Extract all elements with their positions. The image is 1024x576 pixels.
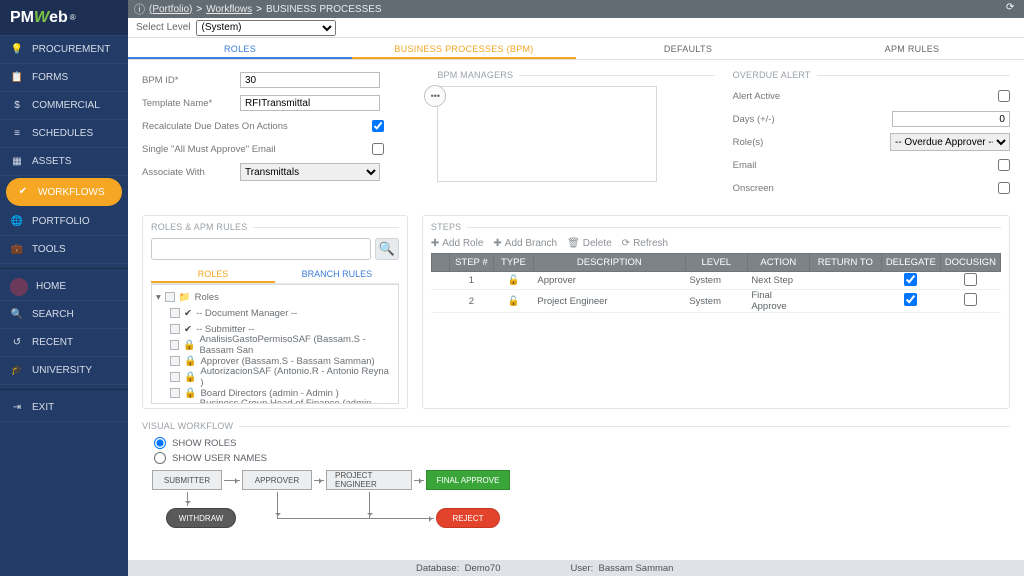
- lock-icon: 🔒: [184, 356, 196, 367]
- status-bar: Database: Demo70 User: Bassam Samman: [128, 560, 1024, 576]
- node-submitter[interactable]: SUBMITTER: [152, 470, 222, 490]
- subtab-roles[interactable]: ROLES: [151, 264, 275, 283]
- associate-with-select[interactable]: Transmittals: [240, 163, 380, 181]
- breadcrumb-portfolio[interactable]: (Portfolio): [149, 4, 192, 15]
- roles-tree[interactable]: ▾📁Roles ✔-- Document Manager --✔-- Submi…: [151, 284, 399, 404]
- delete-button[interactable]: 🗑 Delete: [567, 238, 612, 249]
- sidebar-item-home[interactable]: HOME: [0, 273, 128, 301]
- sidebar-item-search[interactable]: 🔍SEARCH: [0, 301, 128, 329]
- table-row[interactable]: 2🔓Project EngineerSystemFinal Approve: [431, 290, 1000, 313]
- refresh-button[interactable]: ⟳ Refresh: [622, 238, 668, 249]
- overdue-email-checkbox[interactable]: [998, 159, 1010, 171]
- steps-grid: STEP #TYPEDESCRIPTIONLEVELACTIONRETURN T…: [431, 253, 1001, 313]
- sidebar-item-portfolio[interactable]: 🌐PORTFOLIO: [0, 208, 128, 236]
- overdue-roles-select[interactable]: -- Overdue Approver --: [890, 133, 1010, 151]
- sidebar-item-assets[interactable]: ▦ASSETS: [0, 148, 128, 176]
- sidebar: PMWeb ® 💡PROCUREMENT📋FORMS$COMMERCIAL≡SC…: [0, 0, 128, 576]
- single-email-checkbox[interactable]: [372, 143, 384, 155]
- recalc-checkbox[interactable]: [372, 120, 384, 132]
- tree-item[interactable]: 🔒AnalisisGastoPermisoSAF (Bassam.S - Bas…: [156, 337, 394, 353]
- sidebar-item-forms[interactable]: 📋FORMS: [0, 64, 128, 92]
- sidebar-item-procurement[interactable]: 💡PROCUREMENT: [0, 36, 128, 64]
- workflow-diagram: SUBMITTER APPROVER PROJECT ENGINEER FINA…: [142, 470, 1010, 542]
- search-icon[interactable]: 🔍: [375, 238, 399, 260]
- show-users-radio[interactable]: SHOW USER NAMES: [154, 452, 998, 464]
- sidebar-item-tools[interactable]: 💼TOOLS: [0, 236, 128, 264]
- exit-icon: ⇥: [10, 401, 24, 415]
- sidebar-exit[interactable]: ⇥ EXIT: [0, 394, 128, 422]
- refresh-icon[interactable]: ⟳: [1006, 2, 1018, 13]
- days-input[interactable]: [892, 111, 1010, 127]
- node-final-approve[interactable]: FINAL APPROVE: [426, 470, 510, 490]
- sidebar-item-workflows[interactable]: ✔WORKFLOWS: [6, 178, 122, 206]
- tree-item[interactable]: ✔-- Document Manager --: [156, 305, 394, 321]
- avatar-icon: [10, 278, 28, 296]
- subtab-branch[interactable]: BRANCH RULES: [275, 264, 399, 283]
- sidebar-item-schedules[interactable]: ≡SCHEDULES: [0, 120, 128, 148]
- sidebar-item-label: EXIT: [32, 402, 54, 413]
- tab-apm[interactable]: APM RULES: [800, 38, 1024, 59]
- tree-item[interactable]: 🔒AutorizacionSAF (Antonio.R - Antonio Re…: [156, 369, 394, 385]
- tab-defaults[interactable]: DEFAULTS: [576, 38, 800, 59]
- show-roles-radio[interactable]: SHOW ROLES: [154, 437, 998, 449]
- add-branch-button[interactable]: ✚ Add Branch: [493, 238, 557, 249]
- main-tabs: ROLES BUSINESS PROCESSES (BPM) DEFAULTS …: [128, 38, 1024, 60]
- node-project-engineer[interactable]: PROJECT ENGINEER: [326, 470, 412, 490]
- logo: PMWeb ®: [0, 0, 128, 36]
- managers-title: BPM MANAGERS: [437, 70, 714, 80]
- select-level-label: Select Level: [136, 22, 190, 33]
- managers-box[interactable]: •••: [437, 86, 657, 182]
- breadcrumb-workflows[interactable]: Workflows: [206, 4, 252, 15]
- table-row[interactable]: 1🔓ApproverSystemNext Step: [431, 272, 1000, 290]
- node-reject[interactable]: REJECT: [436, 508, 500, 528]
- sidebar-item-recent[interactable]: ↺RECENT: [0, 329, 128, 357]
- lock-icon: 🔒: [183, 340, 195, 351]
- lock-icon: 🔒: [183, 404, 195, 405]
- bpm-id-input[interactable]: [240, 72, 380, 88]
- lock-icon: 🔒: [184, 388, 196, 399]
- add-role-button[interactable]: ✚ Add Role: [431, 238, 484, 249]
- template-name-input[interactable]: [240, 95, 380, 111]
- overdue-onscreen-checkbox[interactable]: [998, 182, 1010, 194]
- select-level[interactable]: (System): [196, 20, 336, 36]
- roles-search-input[interactable]: [151, 238, 371, 260]
- overdue-title: OVERDUE ALERT: [733, 70, 1010, 80]
- tab-roles[interactable]: ROLES: [128, 38, 352, 59]
- ellipsis-icon[interactable]: •••: [424, 85, 446, 107]
- lock-icon: 🔒: [184, 372, 196, 383]
- alert-active-checkbox[interactable]: [998, 90, 1010, 102]
- tree-item[interactable]: 🔒Business Group Head of Finance (admin -…: [156, 401, 394, 404]
- sidebar-item-university[interactable]: 🎓UNIVERSITY: [0, 357, 128, 385]
- node-withdraw[interactable]: WITHDRAW: [166, 508, 236, 528]
- breadcrumb: ⓘ (Portfolio) > Workflows > BUSINESS PRO…: [128, 0, 1024, 18]
- breadcrumb-current: BUSINESS PROCESSES: [266, 4, 382, 15]
- tab-bpm[interactable]: BUSINESS PROCESSES (BPM): [352, 38, 576, 59]
- node-approver[interactable]: APPROVER: [242, 470, 312, 490]
- sidebar-item-commercial[interactable]: $COMMERCIAL: [0, 92, 128, 120]
